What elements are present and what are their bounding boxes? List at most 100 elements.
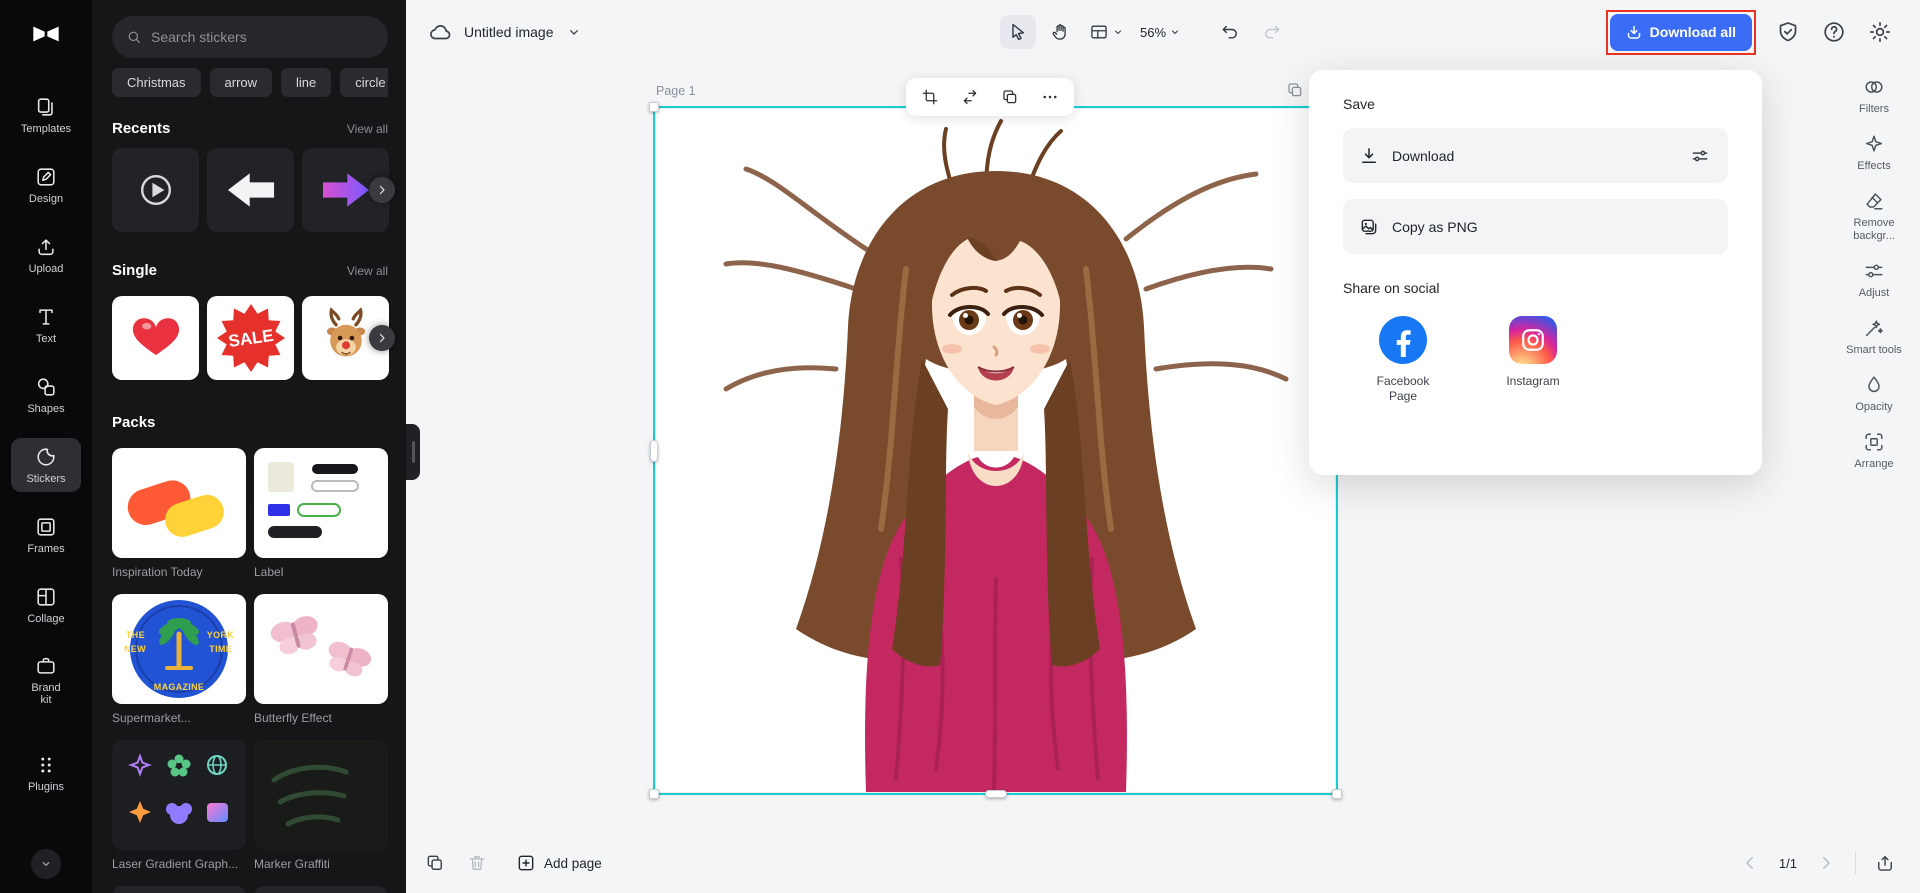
recent-sticker-arrow-left[interactable] xyxy=(207,148,294,232)
capcut-logo-icon xyxy=(33,26,59,42)
sidebar-item-templates[interactable]: Templates xyxy=(11,88,81,142)
facebook-label: Facebook Page xyxy=(1376,374,1430,403)
adjust-tool[interactable]: Adjust xyxy=(1836,260,1912,300)
search-input[interactable] xyxy=(151,29,374,45)
facebook-share-button[interactable]: Facebook Page xyxy=(1367,316,1439,404)
duplicate-page-button-bottom[interactable] xyxy=(420,848,450,878)
sidebar-item-shapes[interactable]: Shapes xyxy=(11,368,81,422)
hand-tool-button[interactable] xyxy=(1042,15,1078,49)
sidebar-item-text[interactable]: Text xyxy=(11,298,81,352)
crop-button[interactable] xyxy=(912,82,948,112)
sidebar-item-stickers[interactable]: Stickers xyxy=(11,438,81,492)
upload-icon xyxy=(35,236,57,258)
sidebar-item-brand-kit[interactable]: Brand kit xyxy=(11,648,81,712)
tag-chip[interactable]: arrow xyxy=(209,68,273,97)
pack-thumbnail xyxy=(254,740,388,850)
sidebar-item-upload[interactable]: Upload xyxy=(11,228,81,282)
cloud-sync-button[interactable] xyxy=(426,18,454,46)
download-all-button[interactable]: Download all xyxy=(1609,13,1752,51)
table-icon xyxy=(1091,25,1107,39)
stickers-icon xyxy=(35,446,57,468)
recents-header: Recents View all xyxy=(112,120,388,137)
design-icon xyxy=(35,166,57,188)
more-options-button[interactable] xyxy=(1032,82,1068,112)
text-icon xyxy=(35,306,57,328)
add-page-button[interactable]: Add page xyxy=(516,853,602,873)
duplicate-page-button[interactable] xyxy=(1286,81,1308,103)
sidebar-item-design[interactable]: Design xyxy=(11,158,81,212)
pack-label[interactable]: Label xyxy=(254,448,388,579)
pack-thumbnail-partial[interactable] xyxy=(254,886,388,893)
resize-handle-bottom-right[interactable] xyxy=(1332,789,1342,799)
pack-laser-gradient[interactable]: Laser Gradient Graph... xyxy=(112,740,246,871)
pack-thumbnail-partial[interactable] xyxy=(112,886,246,893)
resize-handle-bottom-left[interactable] xyxy=(649,789,659,799)
collapse-nav-button[interactable] xyxy=(31,849,61,879)
copy-as-png-row[interactable]: Copy as PNG xyxy=(1343,199,1728,254)
recents-next-button[interactable] xyxy=(369,177,395,203)
instagram-share-button[interactable]: Instagram xyxy=(1497,316,1569,404)
rail-item-label: Filters xyxy=(1859,103,1889,115)
previous-page-button[interactable] xyxy=(1735,848,1765,878)
redo-button[interactable] xyxy=(1254,15,1290,49)
arrange-tool[interactable]: Arrange xyxy=(1836,431,1912,471)
single-view-all-link[interactable]: View all xyxy=(347,264,388,278)
copy-icon xyxy=(1288,83,1302,97)
copy-icon xyxy=(1003,90,1017,104)
effects-tool[interactable]: Effects xyxy=(1836,133,1912,173)
more-dots-icon xyxy=(1043,95,1057,99)
export-button[interactable] xyxy=(1870,848,1900,878)
resize-handle-left[interactable] xyxy=(650,439,658,462)
remove-background-tool[interactable]: Remove backgr... xyxy=(1836,190,1912,243)
panel-collapse-handle[interactable] xyxy=(406,424,420,480)
recents-view-all-link[interactable]: View all xyxy=(347,122,388,136)
privacy-shield-button[interactable] xyxy=(1774,18,1802,46)
chevron-right-icon xyxy=(1823,857,1830,869)
hand-icon xyxy=(1052,24,1066,40)
help-button[interactable] xyxy=(1820,18,1848,46)
sidebar-item-collage[interactable]: Collage xyxy=(11,578,81,632)
sale-sticker[interactable]: SALE xyxy=(207,296,294,380)
title-menu-button[interactable] xyxy=(564,18,584,46)
heart-sticker[interactable] xyxy=(112,296,199,380)
canvas-image[interactable] xyxy=(656,109,1335,792)
pack-inspiration-today[interactable]: Inspiration Today xyxy=(112,448,246,579)
undo-button[interactable] xyxy=(1212,15,1248,49)
next-page-button[interactable] xyxy=(1811,848,1841,878)
sidebar-item-frames[interactable]: Frames xyxy=(11,508,81,562)
download-option-row[interactable]: Download xyxy=(1343,128,1728,183)
sidebar-item-label: Design xyxy=(28,192,64,205)
eraser-icon xyxy=(1863,190,1885,212)
tag-chip[interactable]: circle xyxy=(340,68,388,97)
pack-marker-graffiti[interactable]: Marker Graffiti xyxy=(254,740,388,871)
sidebar-item-plugins[interactable]: Plugins xyxy=(11,746,81,800)
settings-button[interactable] xyxy=(1866,18,1894,46)
layout-grid-button[interactable] xyxy=(1084,15,1129,49)
download-settings-button[interactable] xyxy=(1688,144,1712,168)
rail-item-label: Adjust xyxy=(1858,287,1890,299)
recent-sticker-play[interactable] xyxy=(112,148,199,232)
rail-item-label: Arrange xyxy=(1854,458,1894,470)
badge-text: THE xyxy=(126,630,145,640)
canvas-page[interactable] xyxy=(656,109,1335,792)
resize-handle-top-left[interactable] xyxy=(649,102,659,112)
select-tool-button[interactable] xyxy=(1000,15,1036,49)
play-sticker-icon xyxy=(140,175,171,205)
sticker-tag-chips: Christmas arrow line circle xyxy=(112,68,388,98)
copy-as-png-label: Copy as PNG xyxy=(1392,218,1478,235)
smart-tools-tool[interactable]: Smart tools xyxy=(1836,317,1912,357)
pack-butterfly-effect[interactable]: Butterfly Effect xyxy=(254,594,388,725)
tag-chip[interactable]: Christmas xyxy=(112,68,201,97)
filters-tool[interactable]: Filters xyxy=(1836,76,1912,116)
replace-button[interactable] xyxy=(952,82,988,112)
instagram-label: Instagram xyxy=(1506,374,1560,388)
resize-handle-bottom[interactable] xyxy=(984,790,1007,798)
tag-chip[interactable]: line xyxy=(281,68,332,97)
duplicate-button[interactable] xyxy=(992,82,1028,112)
delete-page-button[interactable] xyxy=(462,848,492,878)
zoom-level-button[interactable]: 56% xyxy=(1135,15,1186,49)
single-next-button[interactable] xyxy=(369,325,395,351)
capcut-logo[interactable] xyxy=(26,14,66,54)
opacity-tool[interactable]: Opacity xyxy=(1836,374,1912,414)
pack-supermarket[interactable]: THE NEW YORK TIME MAGAZINE Supermarket..… xyxy=(112,594,246,725)
